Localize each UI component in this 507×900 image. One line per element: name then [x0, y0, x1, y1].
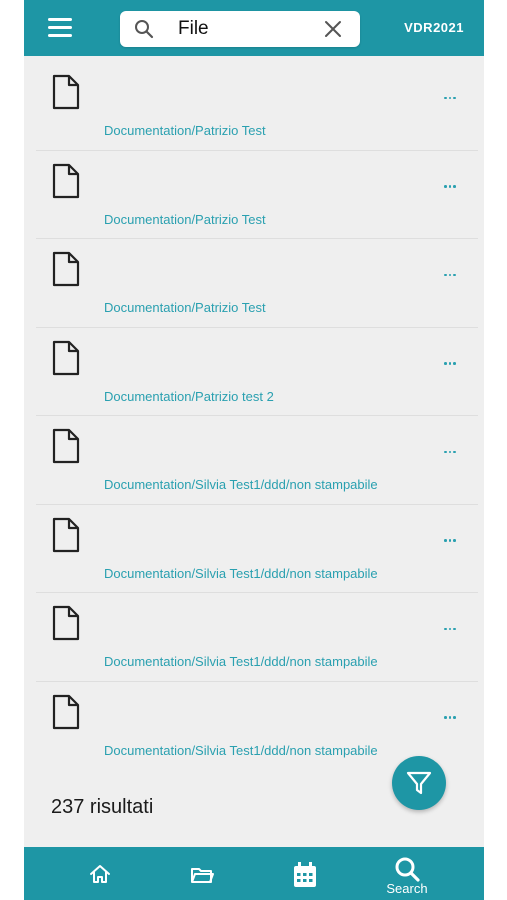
calendar-icon [294, 862, 316, 887]
item-path: Documentation/Silvia Test1/ddd/non stamp… [104, 477, 378, 492]
nav-home[interactable] [70, 847, 130, 900]
more-options-icon[interactable] [444, 706, 460, 719]
list-item[interactable]: Documentation/Silvia Test1/ddd/non stamp… [36, 593, 478, 682]
search-icon [395, 857, 420, 882]
list-item[interactable]: Documentation/Patrizio Test [36, 62, 478, 151]
bottom-nav: Search [24, 847, 484, 900]
nav-folders[interactable] [172, 847, 232, 900]
results-list: Documentation/Patrizio Test Documentatio… [36, 62, 478, 770]
item-path: Documentation/Silvia Test1/ddd/non stamp… [104, 565, 378, 581]
more-options-icon[interactable] [444, 263, 460, 276]
project-label[interactable]: VDR2021 [404, 20, 464, 35]
file-icon [52, 163, 80, 198]
more-options-icon[interactable] [444, 617, 460, 630]
item-path: Documentation/Patrizio Test [104, 300, 266, 315]
nav-calendar[interactable] [275, 847, 335, 900]
item-path: Documentation/Patrizio test 2 [104, 388, 274, 404]
more-options-icon[interactable] [444, 352, 460, 365]
app-frame: VDR2021 Documentation/Patrizio Test Docu… [24, 0, 484, 900]
file-icon [52, 74, 80, 110]
close-icon[interactable] [324, 20, 342, 38]
nav-search[interactable]: Search [377, 847, 437, 900]
results-count: 237 risultati [51, 796, 154, 818]
item-path: Documentation/Silvia Test1/ddd/non stamp… [104, 742, 378, 758]
list-item[interactable]: Documentation/Patrizio Test [36, 239, 478, 328]
top-bar: VDR2021 [24, 0, 484, 56]
list-item[interactable]: Documentation/Patrizio test 2 [36, 328, 478, 416]
search-input[interactable] [178, 17, 318, 41]
nav-search-label: Search [386, 881, 428, 896]
more-options-icon[interactable] [444, 175, 460, 188]
file-icon [52, 694, 80, 729]
more-options-icon[interactable] [444, 440, 460, 453]
filter-button[interactable] [392, 756, 446, 810]
file-icon [52, 340, 80, 375]
item-path: Documentation/Silvia Test1/ddd/non stamp… [104, 654, 378, 669]
folder-icon [191, 868, 214, 883]
more-options-icon[interactable] [444, 529, 460, 542]
filter-icon [406, 771, 432, 795]
home-icon [90, 865, 110, 883]
file-icon [52, 251, 80, 287]
list-item[interactable]: Documentation/Silvia Test1/ddd/non stamp… [36, 416, 478, 505]
item-path: Documentation/Patrizio Test [104, 123, 266, 138]
item-path: Documentation/Patrizio Test [104, 211, 266, 227]
file-icon [52, 605, 80, 641]
list-item[interactable]: Documentation/Silvia Test1/ddd/non stamp… [36, 505, 478, 593]
hamburger-menu-icon[interactable] [48, 18, 72, 38]
more-options-icon[interactable] [444, 86, 460, 99]
file-icon [52, 517, 80, 552]
search-box[interactable] [120, 11, 360, 47]
file-icon [52, 428, 80, 464]
list-item[interactable]: Documentation/Patrizio Test [36, 151, 478, 239]
search-icon [135, 20, 154, 39]
